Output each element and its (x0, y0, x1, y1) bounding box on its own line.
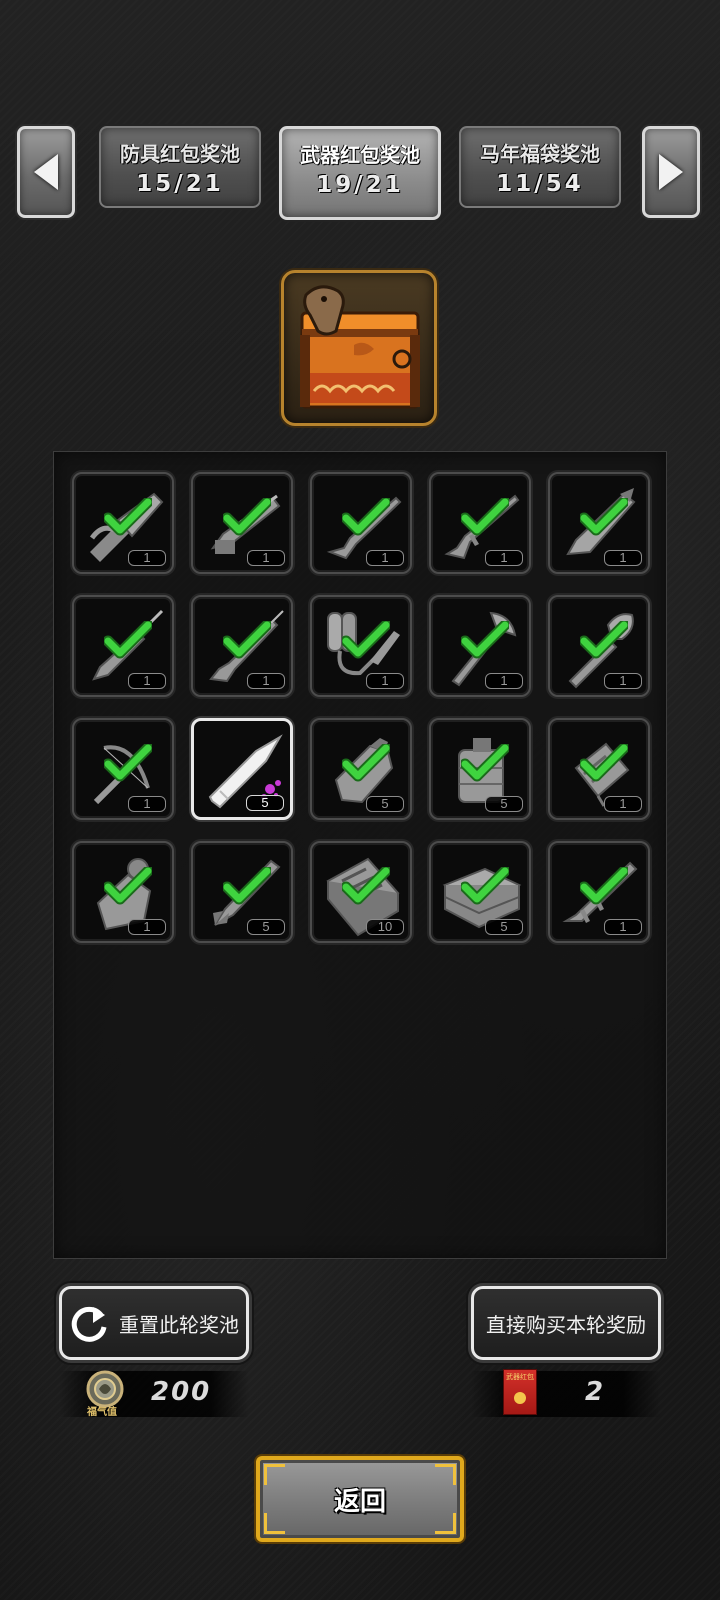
check-icon (461, 867, 509, 905)
reset-pool-label: 重置此轮奖池 (119, 1312, 239, 1337)
tab-weapon-pool[interactable]: 武器红包奖池 19/21 (279, 126, 441, 220)
reward-quantity: 10 (366, 919, 404, 935)
reward-quantity: 1 (128, 550, 166, 566)
next-pool-button[interactable] (642, 126, 700, 218)
reward-slot-combat-knife[interactable]: 1 (548, 472, 650, 574)
luck-points-label: 福气值 (87, 1407, 117, 1418)
reward-quantity: 1 (247, 673, 285, 689)
check-icon (580, 498, 628, 536)
red-packet-icon: 武器红包 (503, 1369, 537, 1415)
tab-label: 防具红包奖池 (120, 142, 240, 166)
frame-corner (264, 1464, 285, 1485)
check-icon (104, 498, 152, 536)
return-label: 返回 (333, 1486, 386, 1517)
reward-slot-toolbox[interactable]: 5 (429, 841, 531, 943)
red-packet-seal (514, 1392, 526, 1404)
reward-quantity: 5 (247, 919, 285, 935)
reward-quantity: 5 (246, 795, 284, 811)
return-button[interactable]: 返回 (256, 1456, 464, 1542)
reset-pool-button[interactable]: 重置此轮奖池 (59, 1286, 249, 1360)
reward-quantity: 1 (604, 919, 642, 935)
reward-pool-screen: 防具红包奖池 15/21 武器红包奖池 19/21 马年福袋奖池 11/54 1… (0, 0, 720, 1600)
check-icon (342, 498, 390, 536)
reward-slot-axe[interactable]: 1 (429, 595, 531, 697)
tab-horse-lucky-bag-pool[interactable]: 马年福袋奖池 11/54 (459, 126, 621, 208)
prev-pool-button[interactable] (17, 126, 75, 218)
tab-armor-pool[interactable]: 防具红包奖池 15/21 (99, 126, 261, 208)
reward-slot-minigun[interactable]: 1 (191, 472, 293, 574)
reward-quantity: 1 (247, 550, 285, 566)
frame-corner (264, 1513, 285, 1534)
check-icon (580, 867, 628, 905)
horse-treasure-chest-icon (300, 285, 420, 409)
reward-quantity: 1 (128, 673, 166, 689)
reward-slot-shovel[interactable]: 1 (548, 595, 650, 697)
buy-round-rewards-button[interactable]: 直接购买本轮奖励 (471, 1286, 661, 1360)
check-icon (461, 498, 509, 536)
check-icon (342, 867, 390, 905)
reward-slot-chainsaw[interactable]: 1 (72, 472, 174, 574)
reward-quantity: 5 (485, 796, 523, 812)
reward-quantity: 5 (485, 919, 523, 935)
check-icon (104, 867, 152, 905)
red-packet-count: 2 (585, 1377, 606, 1407)
check-icon (104, 744, 152, 782)
check-icon (342, 744, 390, 782)
tab-label: 马年福袋奖池 (480, 142, 600, 166)
reward-slot-explosive-pack[interactable]: 1 (548, 718, 650, 820)
arrow-left-icon (34, 154, 58, 190)
reward-slot-bullet[interactable]: 5 (191, 718, 293, 820)
reward-slot-assault-rifle[interactable]: 1 (429, 472, 531, 574)
reward-quantity: 1 (604, 796, 642, 812)
tab-progress: 11/54 (496, 171, 584, 197)
tab-progress: 15/21 (136, 171, 224, 197)
reward-quantity: 1 (604, 673, 642, 689)
buy-round-rewards-label: 直接购买本轮奖励 (486, 1312, 646, 1337)
reward-quantity: 1 (485, 550, 523, 566)
reward-quantity: 1 (128, 796, 166, 812)
luck-points-display: 福气值 200 (59, 1370, 249, 1418)
reward-grid: 1 1 1 1 1 1 1 1 1 1 1 5 5 5 1 1 5 10 5 1 (53, 451, 667, 1259)
reward-slot-tool-kit[interactable]: 10 (310, 841, 412, 943)
reward-quantity: 1 (128, 919, 166, 935)
pool-chest (281, 270, 437, 426)
refresh-icon (71, 1306, 107, 1342)
luck-points-value: 200 (151, 1377, 212, 1407)
check-icon (223, 621, 271, 659)
arrow-right-icon (659, 154, 683, 190)
frame-corner (435, 1464, 456, 1485)
check-icon (342, 621, 390, 659)
check-icon (580, 621, 628, 659)
tab-progress: 19/21 (316, 172, 404, 198)
tab-label: 武器红包奖池 (300, 143, 420, 167)
check-icon (223, 867, 271, 905)
reward-slot-rocket[interactable]: 5 (191, 841, 293, 943)
reward-slot-rocket-launcher[interactable]: 1 (548, 841, 650, 943)
reward-slot-cluster-grenade[interactable]: 5 (429, 718, 531, 820)
check-icon (104, 621, 152, 659)
red-packet-label: 武器红包 (506, 1373, 534, 1381)
red-packet-count-display: 武器红包 2 (471, 1369, 661, 1417)
reward-slot-flamethrower[interactable]: 1 (310, 595, 412, 697)
reward-quantity: 1 (485, 673, 523, 689)
check-icon (580, 744, 628, 782)
reward-slot-frag-grenade[interactable]: 1 (72, 841, 174, 943)
reward-slot-crossbow[interactable]: 1 (72, 718, 174, 820)
reward-slot-shotgun[interactable]: 1 (310, 472, 412, 574)
frame-corner (435, 1513, 456, 1534)
check-icon (223, 498, 271, 536)
check-icon (461, 744, 509, 782)
reward-slot-sniper-rifle[interactable]: 1 (191, 595, 293, 697)
reward-quantity: 1 (366, 550, 404, 566)
reward-slot-spear[interactable]: 1 (72, 595, 174, 697)
reward-quantity: 1 (366, 673, 404, 689)
check-icon (461, 621, 509, 659)
reward-slot-molotov[interactable]: 5 (310, 718, 412, 820)
reward-quantity: 1 (604, 550, 642, 566)
reward-quantity: 5 (366, 796, 404, 812)
